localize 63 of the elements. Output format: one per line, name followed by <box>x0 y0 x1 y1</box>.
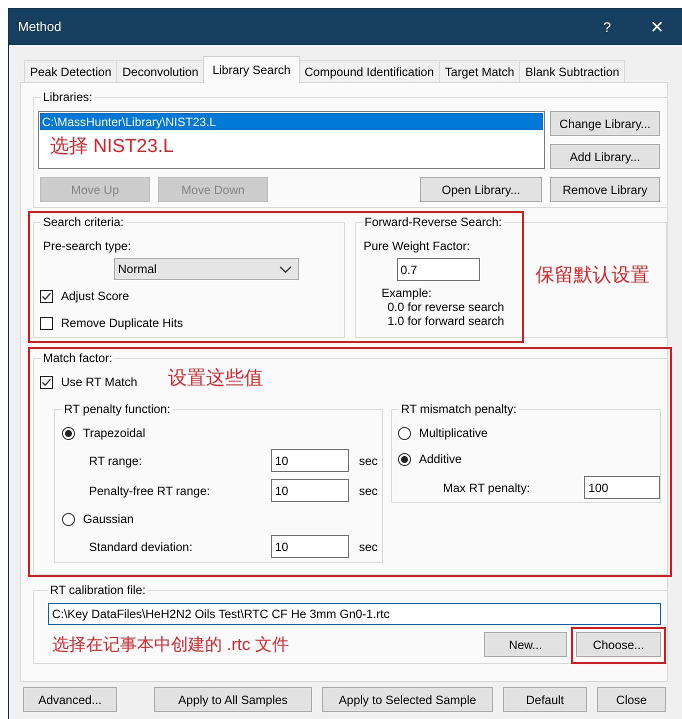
radio-label: Additive <box>419 452 462 466</box>
field-label: RT range: <box>89 454 143 468</box>
group-label: RT mismatch penalty: <box>400 402 518 416</box>
text-field[interactable]: 10 <box>271 535 349 558</box>
group-label: RT penalty function: <box>63 402 172 416</box>
radio-button[interactable] <box>62 512 75 526</box>
button[interactable]: Change Library... <box>550 111 660 136</box>
group-label: RT calibration file: <box>49 583 147 597</box>
annotation-text: 选择 NIST23.L <box>50 136 174 158</box>
field-label: Max RT penalty: <box>443 480 531 494</box>
window-title: Method <box>18 20 62 34</box>
close-button[interactable]: × <box>632 20 682 34</box>
presearch-dropdown[interactable]: Normal <box>114 258 299 280</box>
button[interactable]: New... <box>484 632 567 657</box>
annotation-text: 设置这些值 <box>168 368 263 390</box>
button[interactable]: Advanced... <box>23 687 117 712</box>
tab[interactable]: Library Search <box>203 56 300 83</box>
button[interactable]: Close <box>597 687 666 712</box>
button[interactable]: Default <box>503 687 587 712</box>
radio-button[interactable] <box>398 426 411 440</box>
example-text: 0.0 for reverse search <box>388 300 506 314</box>
annotation-text: 保留默认设置 <box>536 265 650 287</box>
text-field[interactable]: 100 <box>584 476 660 499</box>
file-path-field[interactable]: C:\Key DataFiles\HeH2N2 Oils Test\RTC CF He 3mm Gn0-1.rtc <box>48 603 661 625</box>
unit-label: sec <box>359 454 378 468</box>
button[interactable]: Apply to All Samples <box>154 687 312 712</box>
radio-label: Trapezoidal <box>83 426 146 440</box>
list-item[interactable]: C:\MassHunter\Library\NIST23.L <box>40 113 543 130</box>
field-label: Pre-search type: <box>43 239 132 253</box>
radio-label: Gaussian <box>83 512 134 526</box>
group-label: Libraries: <box>42 90 94 104</box>
button[interactable]: Remove Library <box>550 177 660 202</box>
checkbox-label: Adjust Score <box>61 289 130 303</box>
weight-factor-field[interactable]: 0.7 <box>396 258 480 281</box>
tab[interactable]: Peak Detection <box>24 60 118 83</box>
checkbox[interactable] <box>40 290 53 302</box>
field-label: Penalty-free RT range: <box>89 484 211 498</box>
radio-button[interactable] <box>398 452 411 466</box>
button[interactable]: Apply to Selected Sample <box>322 687 493 712</box>
example-text: 1.0 for forward search <box>388 314 506 328</box>
button[interactable]: Choose... <box>576 632 661 657</box>
button[interactable]: Add Library... <box>550 144 660 169</box>
group-label: Forward-Reverse Search: <box>364 215 503 229</box>
checkbox[interactable] <box>40 316 53 330</box>
checkbox-label: Use RT Match <box>61 375 138 389</box>
field-label: Pure Weight Factor: <box>364 239 471 253</box>
radio-label: Multiplicative <box>419 426 488 440</box>
checkbox[interactable] <box>40 376 53 388</box>
text-field[interactable]: 10 <box>271 479 349 502</box>
radio-button[interactable] <box>62 426 75 440</box>
library-list[interactable]: C:\MassHunter\Library\NIST23.L 选择 NIST23.L <box>38 111 545 169</box>
annotation-text: 选择在记事本中创建的 .rtc 文件 <box>52 634 290 654</box>
example-text: Example: <box>382 286 433 300</box>
group-label: Search criteria: <box>42 215 125 229</box>
checkbox-label: Remove Duplicate Hits <box>61 316 184 330</box>
unit-label: sec <box>359 540 378 554</box>
help-button[interactable]: ? <box>582 20 632 34</box>
group-label: Match factor: <box>42 351 114 365</box>
unit-label: sec <box>359 484 378 498</box>
field-label: Standard deviation: <box>89 540 194 554</box>
tab[interactable]: Blank Subtraction <box>519 60 626 83</box>
button[interactable]: Open Library... <box>420 177 542 202</box>
text-field[interactable]: 10 <box>271 449 349 472</box>
